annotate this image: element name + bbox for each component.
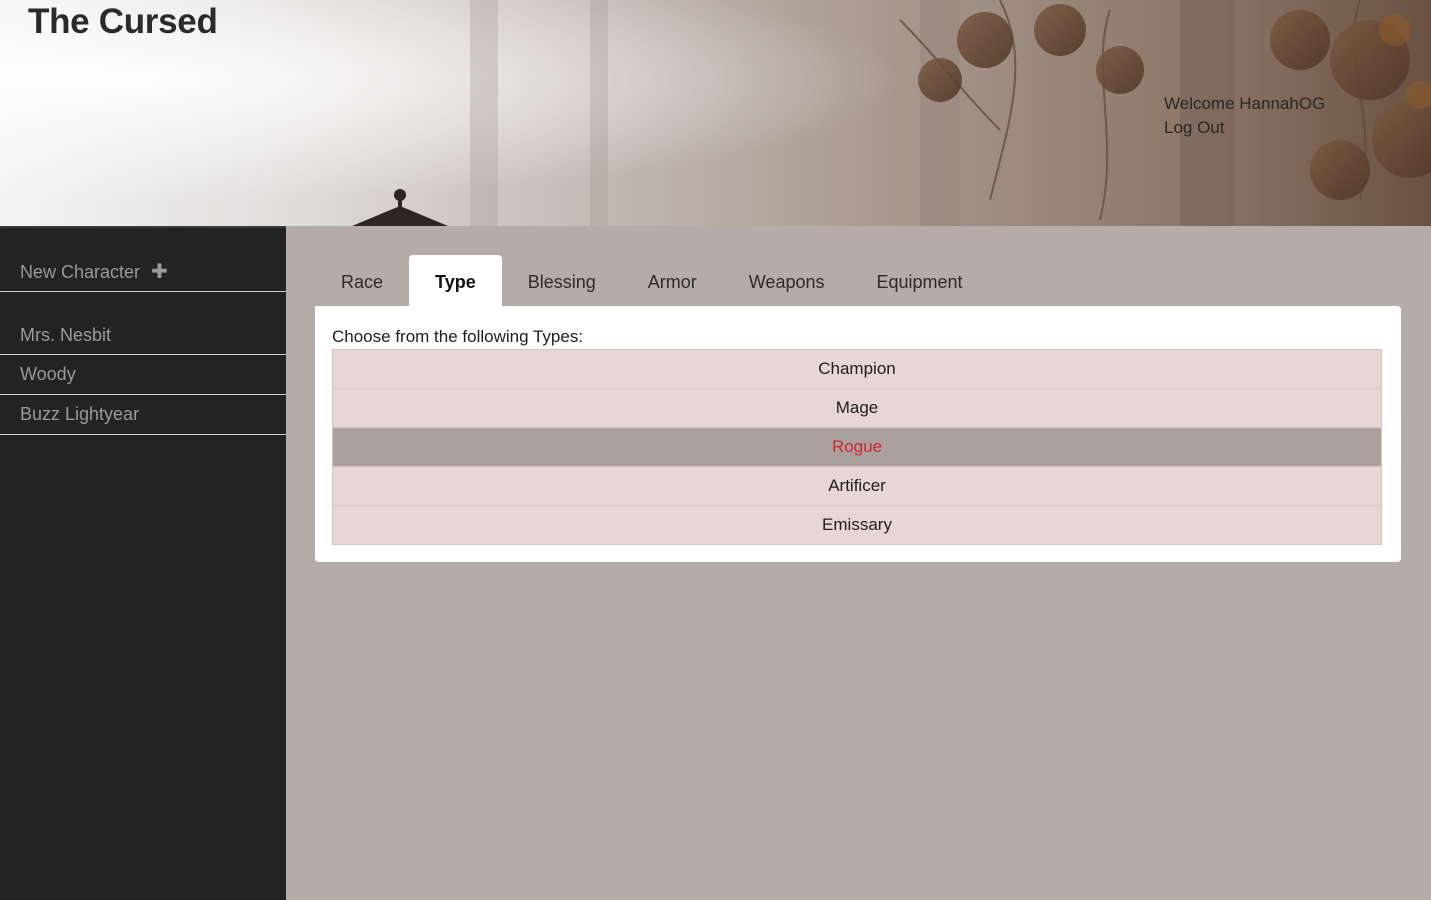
main-content: Race Type Blessing Armor Weapons Equipme… <box>286 226 1431 900</box>
type-list: Champion Mage Rogue Artificer Emissary <box>332 349 1382 545</box>
tab-race[interactable]: Race <box>315 255 409 306</box>
type-option-mage[interactable]: Mage <box>333 389 1381 428</box>
type-option-artificer[interactable]: Artificer <box>333 467 1381 506</box>
character-item-buzz-lightyear[interactable]: Buzz Lightyear <box>0 395 286 435</box>
header-banner: The Cursed Welcome HannahOG Log Out <box>0 0 1431 226</box>
new-character-label: New Character <box>20 262 141 282</box>
character-item-woody[interactable]: Woody <box>0 355 286 395</box>
new-character-button[interactable]: New Character ✚ <box>0 252 286 292</box>
app-root: The Cursed Welcome HannahOG Log Out New … <box>0 0 1431 900</box>
type-option-rogue[interactable]: Rogue <box>333 428 1381 467</box>
sidebar: New Character ✚ Mrs. Nesbit Woody Buzz L… <box>0 226 286 900</box>
tab-equipment[interactable]: Equipment <box>850 255 988 306</box>
user-box: Welcome HannahOG Log Out <box>1164 92 1325 140</box>
tab-type[interactable]: Type <box>409 255 502 306</box>
type-option-champion[interactable]: Champion <box>333 350 1381 389</box>
panel-prompt: Choose from the following Types: <box>332 327 584 346</box>
site-title: The Cursed <box>28 2 218 41</box>
tab-armor[interactable]: Armor <box>622 255 723 306</box>
type-option-emissary[interactable]: Emissary <box>333 506 1381 544</box>
tab-bar: Race Type Blessing Armor Weapons Equipme… <box>315 255 989 306</box>
type-panel: Choose from the following Types: Champio… <box>315 306 1401 562</box>
tab-blessing[interactable]: Blessing <box>502 255 622 306</box>
plus-icon: ✚ <box>151 261 168 283</box>
logout-link[interactable]: Log Out <box>1164 116 1325 140</box>
character-list: Mrs. Nesbit Woody Buzz Lightyear <box>0 317 286 435</box>
character-item-mrs-nesbit[interactable]: Mrs. Nesbit <box>0 317 286 355</box>
tab-weapons[interactable]: Weapons <box>723 255 851 306</box>
welcome-text: Welcome HannahOG <box>1164 94 1326 113</box>
